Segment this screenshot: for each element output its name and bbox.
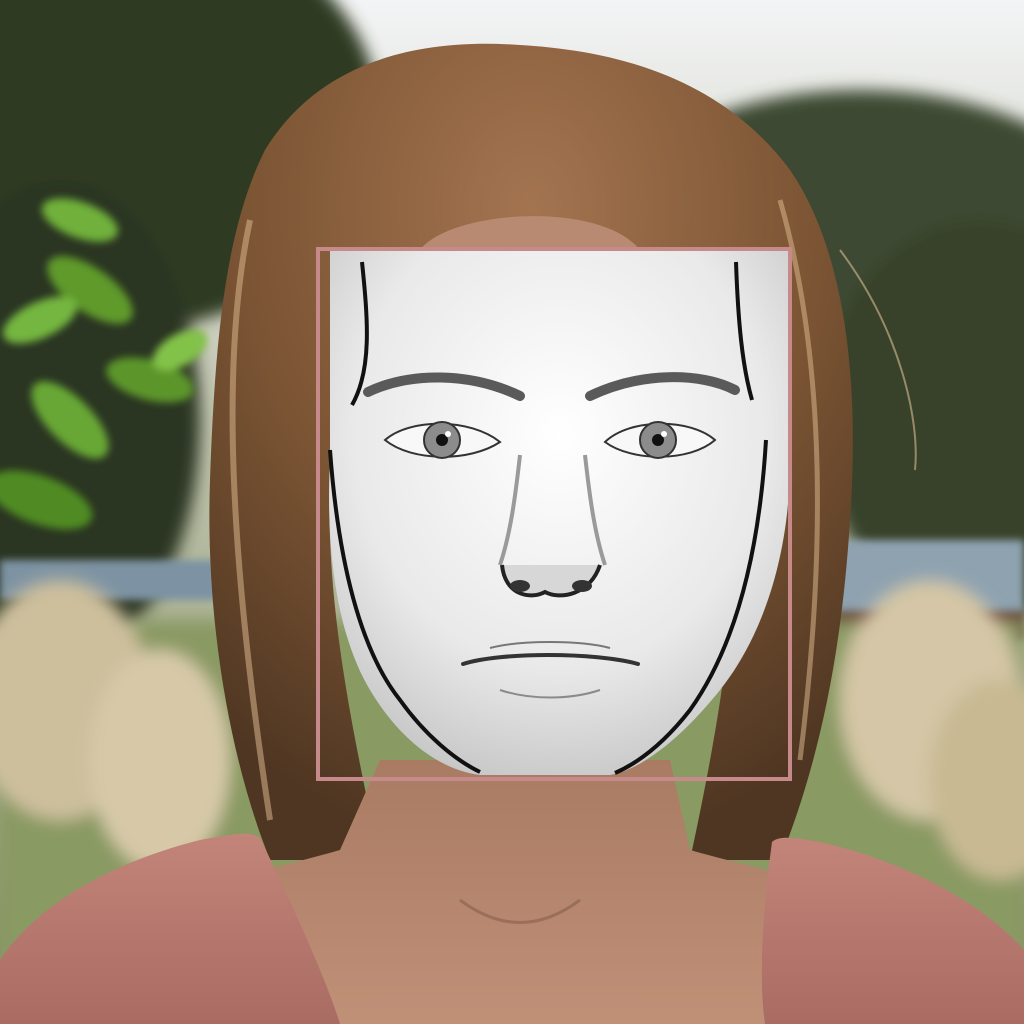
photo-stage <box>0 0 1024 1024</box>
portrait-photo <box>0 0 1024 1024</box>
